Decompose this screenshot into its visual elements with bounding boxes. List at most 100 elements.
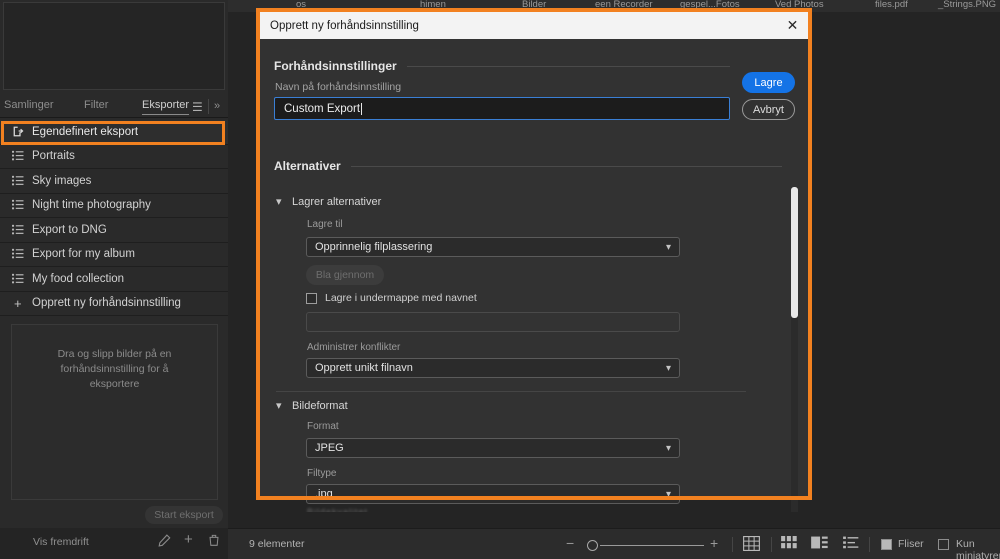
plus-icon: +	[14, 295, 22, 311]
save-button[interactable]: Lagre	[742, 72, 795, 93]
filmstrip-name: himen	[420, 0, 446, 10]
filmstrip-name: een Recorder	[595, 0, 653, 10]
show-progress-label[interactable]: Vis fremdrift	[33, 536, 89, 548]
chevron-down-icon: ▾	[665, 442, 671, 454]
tab-eksporter[interactable]: Eksporter	[142, 99, 190, 115]
preset-item-export-to-dng[interactable]: Export to DNG	[0, 218, 228, 243]
preset-item-label: Night time photography	[32, 199, 151, 212]
drag-drop-hint: Dra og slipp bilder på en forhåndsinnsti…	[57, 348, 172, 390]
preset-item-label: My food collection	[32, 272, 125, 285]
conflicts-select[interactable]: Opprett unikt filnavn ▾	[306, 358, 680, 378]
section-rule	[406, 65, 730, 67]
text-caret	[361, 102, 363, 115]
list-icon	[12, 273, 32, 285]
tab-filter[interactable]: Filter	[84, 99, 108, 114]
dialog-titlebar: Opprett ny forhåndsinnstilling ✕	[260, 12, 808, 39]
group-divider	[276, 391, 746, 392]
subfolder-label: Lagre i undermappe med navnet	[325, 292, 477, 304]
preset-item-label: Sky images	[32, 174, 92, 187]
preset-section-header: Forhåndsinnstillinger	[274, 59, 730, 73]
save-to-label: Lagre til	[307, 219, 343, 230]
trash-icon[interactable]	[208, 534, 220, 552]
dialog-title: Opprett ny forhåndsinnstilling	[270, 19, 419, 32]
split-view-icon[interactable]	[811, 536, 828, 554]
subfolder-checkbox-row[interactable]: Lagre i undermappe med navnet	[306, 292, 477, 304]
drag-drop-area[interactable]: Dra og slipp bilder på en forhåndsinnsti…	[11, 324, 218, 500]
options-scroll-pane[interactable]: ▾ Lagrer alternativer Lagre til Opprinne…	[272, 187, 796, 512]
preset-item-portraits[interactable]: Portraits	[0, 145, 228, 169]
group-title: Lagrer alternativer	[292, 195, 382, 208]
preset-item-sky-images[interactable]: Sky images	[0, 169, 228, 194]
preset-name-input[interactable]: Custom Export	[274, 97, 730, 120]
preset-item-export-for-my-album[interactable]: Export for my album	[0, 243, 228, 267]
tab-samlinger[interactable]: Samlinger	[4, 99, 54, 114]
chevron-down-icon: ▾	[276, 196, 282, 208]
format-select[interactable]: JPEG ▾	[306, 438, 680, 458]
chevron-down-icon: ▾	[276, 400, 282, 412]
filmstrip-name: os	[296, 0, 307, 10]
divider	[869, 537, 870, 552]
conflicts-label: Administrer konflikter	[307, 342, 401, 353]
create-preset-dialog: Opprett ny forhåndsinnstilling ✕ Forhånd…	[260, 12, 808, 512]
divider	[771, 537, 772, 552]
subfolder-name-input[interactable]	[306, 312, 680, 332]
dialog-body: Forhåndsinnstillinger Navn på forhåndsin…	[260, 39, 808, 512]
chevron-double-right-icon[interactable]: »	[214, 100, 220, 112]
grid-large-icon[interactable]	[743, 536, 760, 556]
zoom-in-icon[interactable]: +	[710, 535, 718, 551]
subfolder-checkbox[interactable]	[306, 292, 317, 304]
list-icon	[12, 175, 32, 187]
status-bar: 9 elementer − + Fliser Kun miniatyrer	[228, 528, 1000, 559]
preset-item-label: Opprett ny forhåndsinnstilling	[32, 297, 181, 310]
cutoff-label: Bildekvalitet	[307, 507, 369, 512]
zoom-slider-handle[interactable]	[587, 540, 598, 551]
hamburger-icon[interactable]: ☰	[192, 100, 203, 114]
browse-button[interactable]: Bla gjennom	[306, 265, 384, 285]
chevron-down-icon: ▾	[665, 362, 671, 374]
panel-tab-bar: Samlinger Filter Eksporter ☰ »	[0, 96, 228, 118]
filmstrip-name: Ved Photos	[775, 0, 824, 10]
tiles-checkbox[interactable]	[881, 539, 892, 550]
filetype-label: Filtype	[307, 468, 337, 479]
close-icon[interactable]: ✕	[783, 16, 802, 35]
list-icon	[12, 150, 32, 162]
filmstrip-name: gespel...Fotos	[680, 0, 740, 10]
preset-item-label: Export to DNG	[32, 223, 107, 236]
save-to-select[interactable]: Opprinnelig filplassering ▾	[306, 237, 680, 257]
preset-item-label: Export for my album	[32, 248, 135, 261]
save-to-value: Opprinnelig filplassering	[315, 241, 433, 253]
preset-list: Egendefinert eksport Portraits Sky image…	[0, 120, 228, 316]
group-header-lagrer-alternativer[interactable]: ▾ Lagrer alternativer	[276, 195, 382, 209]
start-export-button[interactable]: Start eksport	[145, 506, 223, 524]
preset-item-my-food-collection[interactable]: My food collection	[0, 267, 228, 292]
left-panel-footer: Vis fremdrift +	[0, 528, 228, 559]
filmstrip-name: files.pdf	[875, 0, 908, 10]
zoom-slider-track[interactable]	[600, 545, 704, 546]
tab-divider	[208, 99, 209, 114]
thumbs-only-checkbox[interactable]	[938, 539, 949, 550]
preset-item-night-time-photography[interactable]: Night time photography	[0, 194, 228, 218]
preview-thumbnail-box	[3, 2, 225, 90]
item-count-label: 9 elementer	[249, 538, 305, 550]
preset-section-title: Forhåndsinnstillinger	[274, 59, 397, 73]
list-view-icon[interactable]	[843, 536, 859, 554]
plus-icon[interactable]: +	[184, 531, 193, 548]
list-icon	[12, 248, 32, 260]
preset-item-label: Portraits	[32, 150, 75, 163]
chevron-down-icon: ▾	[665, 241, 671, 253]
cancel-button[interactable]: Avbryt	[742, 99, 795, 120]
section-rule	[350, 165, 782, 167]
grid-small-icon[interactable]	[781, 536, 797, 554]
format-label: Format	[307, 421, 339, 432]
tiles-label: Fliser	[898, 538, 924, 550]
divider	[732, 537, 733, 552]
pencil-icon[interactable]	[158, 534, 171, 552]
options-section-header: Alternativer	[274, 159, 782, 173]
preset-item-create-new-preset[interactable]: + Opprett ny forhåndsinnstilling	[0, 292, 228, 316]
list-icon	[12, 224, 32, 236]
options-section-title: Alternativer	[274, 159, 341, 173]
filetype-select[interactable]: .jpg ▾	[306, 484, 680, 504]
zoom-out-icon[interactable]: −	[566, 535, 574, 551]
options-scrollbar-thumb[interactable]	[791, 187, 798, 318]
group-header-bildeformat[interactable]: ▾ Bildeformat	[276, 399, 348, 413]
